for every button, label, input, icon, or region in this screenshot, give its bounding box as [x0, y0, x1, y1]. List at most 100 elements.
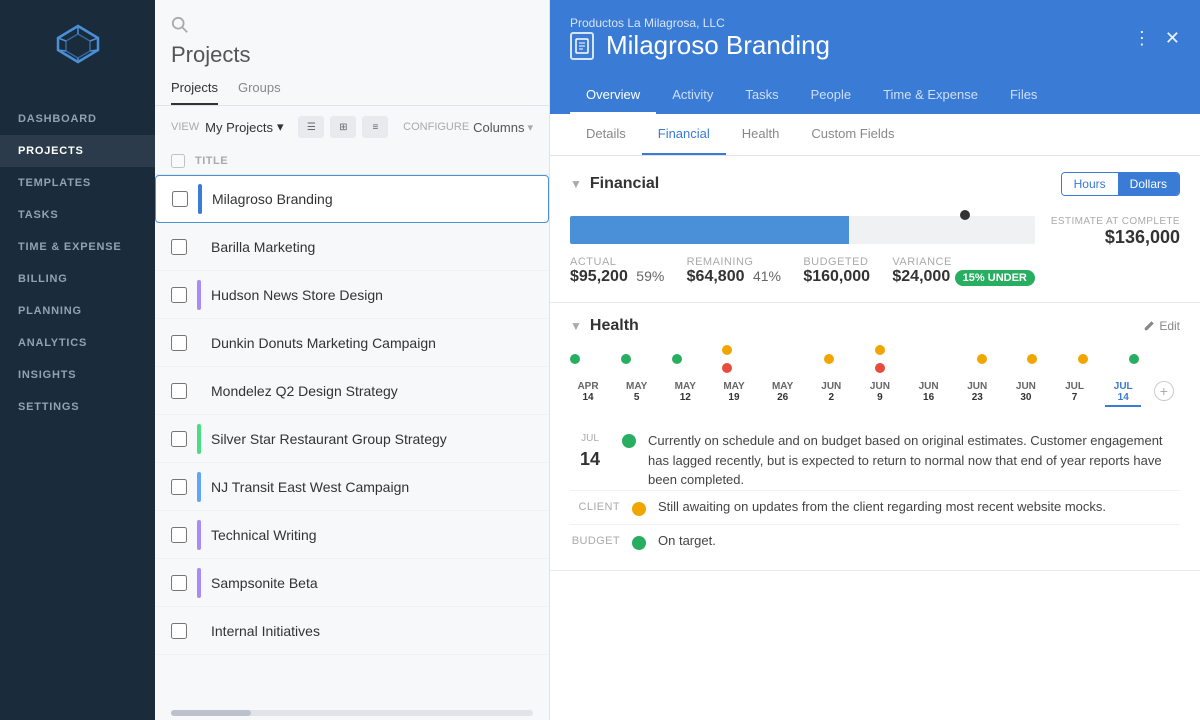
- project-row[interactable]: NJ Transit East West Campaign: [155, 463, 549, 511]
- project-color-bar: [197, 472, 201, 502]
- variance-badge: 15% UNDER: [955, 270, 1035, 286]
- project-checkbox[interactable]: [171, 383, 187, 399]
- tab-tasks[interactable]: Tasks: [729, 77, 794, 114]
- label-jun9: JUN9: [862, 381, 898, 407]
- main-tabs: Overview Activity Tasks People Time & Ex…: [550, 77, 1200, 114]
- sidebar-item-settings[interactable]: SETTINGS: [0, 391, 155, 423]
- configure-label: CONFIGURE: [403, 121, 469, 133]
- toggle-dollars[interactable]: Dollars: [1118, 173, 1179, 195]
- sidebar-item-tasks[interactable]: TASKS: [0, 199, 155, 231]
- edit-button[interactable]: Edit: [1143, 319, 1180, 333]
- projects-tabs: Projects Groups: [155, 80, 549, 106]
- list-view-icon[interactable]: ≡: [362, 116, 388, 138]
- project-checkbox[interactable]: [171, 239, 187, 255]
- project-name: Technical Writing: [211, 527, 317, 543]
- project-row[interactable]: Internal Initiatives: [155, 607, 549, 655]
- label-apr14: APR14: [570, 381, 606, 407]
- toolbar-icons: ☰ ⊞ ≡: [298, 116, 388, 138]
- label-may19: MAY19: [716, 381, 752, 407]
- client-dot: [632, 502, 646, 516]
- sidebar-item-insights[interactable]: INSIGHTS: [0, 359, 155, 391]
- project-row[interactable]: Milagroso Branding: [155, 175, 549, 223]
- add-date-btn[interactable]: +: [1154, 381, 1180, 407]
- project-row[interactable]: Sampsonite Beta: [155, 559, 549, 607]
- health-note-main: JUL 14 Currently on schedule and on budg…: [570, 431, 1180, 490]
- project-row[interactable]: Mondelez Q2 Design Strategy: [155, 367, 549, 415]
- financial-section-header: ▼ Financial Hours Dollars: [550, 156, 1200, 206]
- tab-overview[interactable]: Overview: [570, 77, 656, 114]
- subtab-health[interactable]: Health: [726, 114, 796, 155]
- sidebar-item-analytics[interactable]: ANALYTICS: [0, 327, 155, 359]
- scrollbar-thumb[interactable]: [171, 710, 251, 716]
- dot-jun30-yellow: [1027, 354, 1037, 364]
- card-view-icon[interactable]: ⊞: [330, 116, 356, 138]
- chart-bar-container: [570, 216, 1035, 244]
- project-color-bar: [197, 232, 201, 262]
- financial-title: Financial: [590, 175, 659, 193]
- dot-may19-yellow: [722, 345, 732, 355]
- search-icon[interactable]: [171, 16, 189, 34]
- budget-text: On target.: [658, 533, 716, 548]
- project-checkbox[interactable]: [171, 527, 187, 543]
- project-row[interactable]: Barilla Marketing: [155, 223, 549, 271]
- project-color-bar: [197, 520, 201, 550]
- more-options-icon[interactable]: ⋮: [1133, 28, 1151, 49]
- health-notes: JUL 14 Currently on schedule and on budg…: [550, 407, 1200, 570]
- financial-chevron[interactable]: ▼: [570, 177, 582, 191]
- logo: [54, 20, 102, 73]
- label-jun16: JUN16: [911, 381, 947, 407]
- note-text: Currently on schedule and on budget base…: [648, 431, 1180, 490]
- project-checkbox[interactable]: [171, 479, 187, 495]
- sidebar-item-dashboard[interactable]: DASHBOARD: [0, 103, 155, 135]
- dot-may12-green: [672, 354, 682, 364]
- health-chevron[interactable]: ▼: [570, 319, 582, 333]
- sidebar-item-projects[interactable]: PROJECTS: [0, 135, 155, 167]
- project-row[interactable]: Dunkin Donuts Marketing Campaign: [155, 319, 549, 367]
- sidebar-item-billing[interactable]: BILLING: [0, 263, 155, 295]
- project-checkbox[interactable]: [172, 191, 188, 207]
- subtab-custom-fields[interactable]: Custom Fields: [795, 114, 910, 155]
- tab-files[interactable]: Files: [994, 77, 1053, 114]
- label-jun2: JUN2: [813, 381, 849, 407]
- sidebar-item-planning[interactable]: PLANNING: [0, 295, 155, 327]
- subtab-financial[interactable]: Financial: [642, 114, 726, 155]
- stat-variance: VARIANCE $24,000 15% UNDER: [892, 256, 1034, 286]
- estimate-at-complete: ESTIMATE AT COMPLETE $136,000: [1051, 216, 1180, 286]
- project-checkbox[interactable]: [171, 575, 187, 591]
- budget-dot: [632, 536, 646, 550]
- grid-view-icon[interactable]: ☰: [298, 116, 324, 138]
- project-row[interactable]: Technical Writing: [155, 511, 549, 559]
- subtab-details[interactable]: Details: [570, 114, 642, 155]
- label-jul7: JUL7: [1057, 381, 1093, 407]
- project-row[interactable]: Silver Star Restaurant Group Strategy: [155, 415, 549, 463]
- client-text: Still awaiting on updates from the clien…: [658, 499, 1106, 514]
- view-select[interactable]: My Projects ▾: [205, 119, 283, 135]
- project-color-bar: [198, 184, 202, 214]
- project-color-bar: [197, 616, 201, 646]
- sidebar-item-time-expense[interactable]: TIME & EXPENSE: [0, 231, 155, 263]
- dot-may5-green: [621, 354, 631, 364]
- dot-jun23-yellow: [977, 354, 987, 364]
- dot-jun2-yellow: [824, 354, 834, 364]
- tab-groups[interactable]: Groups: [238, 80, 281, 105]
- tab-people[interactable]: People: [795, 77, 867, 114]
- project-checkbox[interactable]: [171, 623, 187, 639]
- sidebar-item-templates[interactable]: TEMPLATES: [0, 167, 155, 199]
- tab-projects[interactable]: Projects: [171, 80, 218, 105]
- table-header: TITLE: [155, 148, 549, 175]
- dot-jul14-green[interactable]: [1129, 354, 1139, 364]
- select-all-checkbox[interactable]: [171, 154, 185, 168]
- tab-time-expense[interactable]: Time & Expense: [867, 77, 994, 114]
- configure-columns[interactable]: Columns: [473, 120, 524, 135]
- project-checkbox[interactable]: [171, 287, 187, 303]
- project-checkbox[interactable]: [171, 431, 187, 447]
- project-name: Internal Initiatives: [211, 623, 320, 639]
- close-icon[interactable]: ✕: [1165, 28, 1180, 49]
- tab-activity[interactable]: Activity: [656, 77, 729, 114]
- project-row[interactable]: Hudson News Store Design: [155, 271, 549, 319]
- sidebar: DASHBOARD PROJECTS TEMPLATES TASKS TIME …: [0, 0, 155, 720]
- project-name: Dunkin Donuts Marketing Campaign: [211, 335, 436, 351]
- health-header: ▼ Health Edit: [550, 303, 1200, 345]
- project-checkbox[interactable]: [171, 335, 187, 351]
- toggle-hours[interactable]: Hours: [1062, 173, 1118, 195]
